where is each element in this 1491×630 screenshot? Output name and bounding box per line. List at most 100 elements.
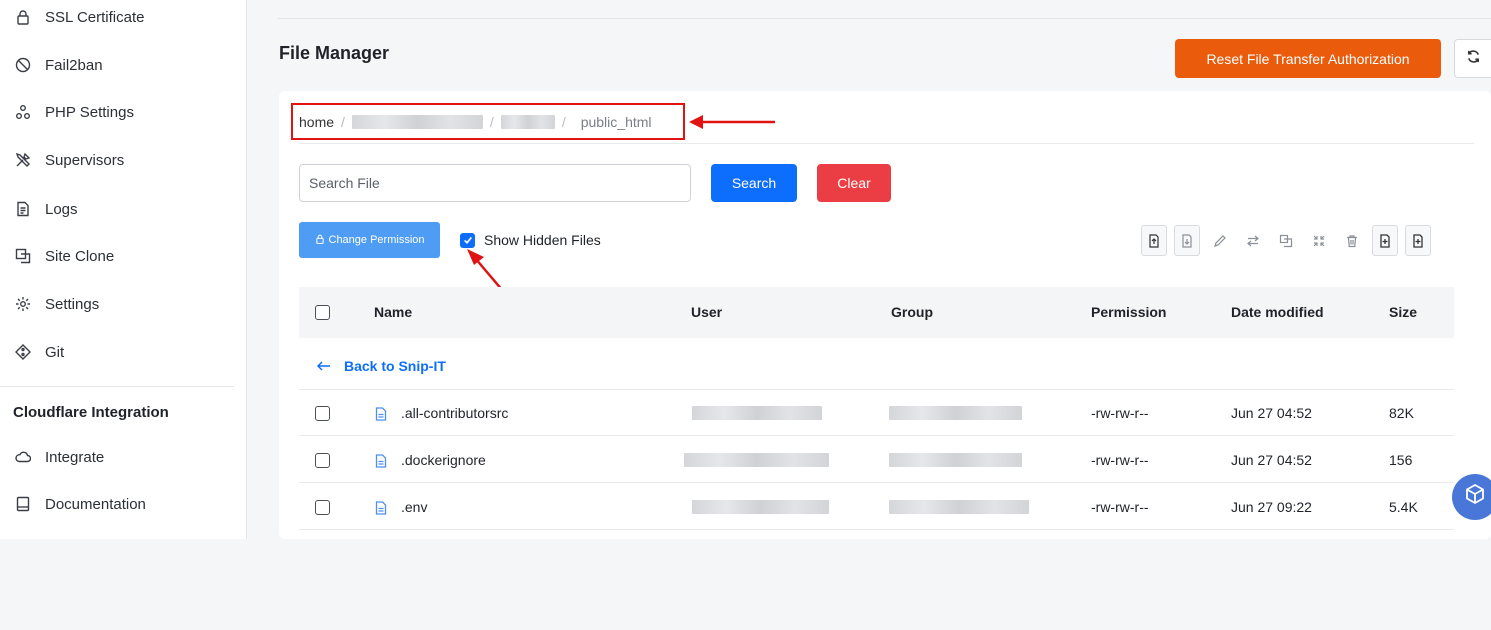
sidebar-item-site-clone[interactable]: Site Clone bbox=[14, 244, 114, 268]
pencil-icon bbox=[1214, 234, 1226, 247]
sidebar-item-integrate[interactable]: Integrate bbox=[14, 445, 104, 469]
download-file-button[interactable] bbox=[1174, 225, 1200, 256]
copy-button[interactable] bbox=[1273, 225, 1299, 256]
sidebar-item-label: Settings bbox=[45, 295, 100, 313]
annotation-arrow-icon bbox=[689, 115, 775, 129]
redacted-user bbox=[692, 500, 829, 514]
file-name-cell[interactable]: .all-contributorsrc bbox=[375, 405, 508, 421]
file-name: .env bbox=[401, 499, 428, 515]
new-folder-button[interactable] bbox=[1372, 225, 1398, 256]
sidebar-item-label: Integrate bbox=[45, 448, 105, 466]
nodes-icon bbox=[14, 103, 32, 121]
file-icon bbox=[375, 407, 387, 421]
show-hidden-files-checkbox[interactable]: Show Hidden Files bbox=[460, 232, 601, 248]
redacted-group bbox=[889, 406, 1022, 420]
sidebar-item-label: Git bbox=[45, 343, 65, 361]
file-name-cell[interactable]: .env bbox=[375, 499, 427, 515]
show-hidden-files-label: Show Hidden Files bbox=[484, 232, 601, 248]
rename-button[interactable] bbox=[1207, 225, 1233, 256]
sidebar-item-git[interactable]: Git bbox=[14, 340, 64, 364]
refresh-button[interactable] bbox=[1454, 39, 1491, 78]
search-button[interactable]: Search bbox=[711, 164, 797, 202]
sidebar-item-label: Fail2ban bbox=[45, 56, 103, 74]
table-header: Name User Group Permission Date modified… bbox=[299, 287, 1454, 338]
gear-icon bbox=[14, 295, 32, 313]
sidebar-item-settings[interactable]: Settings bbox=[14, 292, 99, 316]
date-cell: Jun 27 04:52 bbox=[1231, 452, 1312, 468]
arrow-left-icon bbox=[316, 358, 331, 374]
sidebar-item-label: Site Clone bbox=[45, 247, 115, 265]
sidebar-item-ssl-certificate[interactable]: SSL Certificate bbox=[14, 5, 145, 29]
table-row[interactable]: .env -rw-rw-r-- Jun 27 09:22 5.4K bbox=[299, 484, 1454, 530]
file-manager-card: home / / / public_html Search Clear Chan… bbox=[279, 91, 1491, 539]
column-header-size[interactable]: Size bbox=[1389, 304, 1417, 320]
sidebar-item-documentation[interactable]: Documentation bbox=[14, 492, 146, 516]
ban-icon bbox=[14, 56, 32, 74]
row-checkbox[interactable] bbox=[315, 453, 330, 468]
permission-cell: -rw-rw-r-- bbox=[1091, 452, 1149, 468]
refresh-icon bbox=[1466, 49, 1481, 69]
change-permission-button[interactable]: Change Permission bbox=[299, 222, 440, 258]
column-header-date-modified[interactable]: Date modified bbox=[1231, 304, 1324, 320]
file-name: .all-contributorsrc bbox=[401, 405, 509, 421]
column-header-group[interactable]: Group bbox=[891, 304, 933, 320]
sidebar-item-label: Documentation bbox=[45, 495, 146, 513]
row-checkbox[interactable] bbox=[315, 500, 330, 515]
lock-icon bbox=[14, 8, 32, 26]
redacted-user bbox=[684, 453, 829, 467]
sidebar: SSL Certificate Fail2ban PHP Settings Su… bbox=[0, 0, 247, 539]
sidebar-item-supervisors[interactable]: Supervisors bbox=[14, 148, 124, 172]
sidebar-item-label: Logs bbox=[45, 200, 78, 218]
size-cell: 82K bbox=[1389, 405, 1414, 421]
table-row[interactable]: .all-contributorsrc -rw-rw-r-- Jun 27 04… bbox=[299, 390, 1454, 436]
reset-file-transfer-authorization-button[interactable]: Reset File Transfer Authorization bbox=[1175, 39, 1441, 78]
new-file-button[interactable] bbox=[1405, 225, 1431, 256]
column-header-permission[interactable]: Permission bbox=[1091, 304, 1166, 320]
book-icon bbox=[14, 495, 32, 513]
main-content: File Manager Reset File Transfer Authori… bbox=[247, 0, 1491, 539]
back-link[interactable]: Back to Snip-IT bbox=[316, 358, 446, 374]
sidebar-item-label: PHP Settings bbox=[45, 103, 134, 121]
sidebar-item-label: Supervisors bbox=[45, 151, 125, 169]
page-title: File Manager bbox=[279, 43, 390, 63]
sidebar-divider bbox=[0, 386, 234, 387]
redacted-group bbox=[889, 500, 1029, 514]
trash-icon bbox=[1347, 234, 1357, 247]
cube-icon bbox=[1463, 483, 1487, 512]
size-cell: 5.4K bbox=[1389, 499, 1418, 515]
header-divider bbox=[277, 18, 1491, 19]
move-button[interactable] bbox=[1240, 225, 1266, 256]
file-name-cell[interactable]: .dockerignore bbox=[375, 452, 486, 468]
copy-icon bbox=[14, 247, 32, 265]
checkmark-icon[interactable] bbox=[460, 232, 475, 248]
permission-cell: -rw-rw-r-- bbox=[1091, 405, 1149, 421]
upload-file-button[interactable] bbox=[1141, 225, 1167, 256]
tools-icon bbox=[14, 151, 32, 169]
table-row-back bbox=[299, 338, 1454, 390]
column-header-user[interactable]: User bbox=[691, 304, 722, 320]
delete-button[interactable] bbox=[1339, 225, 1365, 256]
row-checkbox[interactable] bbox=[315, 406, 330, 421]
date-cell: Jun 27 09:22 bbox=[1231, 499, 1312, 515]
document-icon bbox=[14, 200, 32, 218]
breadcrumb-divider bbox=[299, 143, 1474, 144]
column-header-name[interactable]: Name bbox=[374, 304, 412, 320]
copy-icon bbox=[1279, 234, 1293, 247]
redacted-user bbox=[692, 406, 822, 420]
sidebar-item-php-settings[interactable]: PHP Settings bbox=[14, 100, 134, 124]
search-input[interactable] bbox=[299, 164, 691, 202]
annotation-highlight-box bbox=[291, 103, 685, 140]
download-file-icon bbox=[1182, 233, 1192, 248]
compress-button[interactable] bbox=[1306, 225, 1332, 256]
select-all-checkbox[interactable] bbox=[315, 305, 330, 320]
sidebar-section-title: Cloudflare Integration bbox=[13, 404, 169, 421]
table-row[interactable]: .dockerignore -rw-rw-r-- Jun 27 04:52 15… bbox=[299, 437, 1454, 483]
sidebar-item-logs[interactable]: Logs bbox=[14, 197, 78, 221]
date-cell: Jun 27 04:52 bbox=[1231, 405, 1312, 421]
new-folder-icon bbox=[1380, 233, 1390, 248]
clear-button[interactable]: Clear bbox=[817, 164, 891, 202]
back-link-label: Back to Snip-IT bbox=[344, 358, 446, 374]
git-icon bbox=[14, 343, 32, 361]
sidebar-item-fail2ban[interactable]: Fail2ban bbox=[14, 53, 103, 77]
help-widget-button[interactable] bbox=[1452, 474, 1491, 520]
